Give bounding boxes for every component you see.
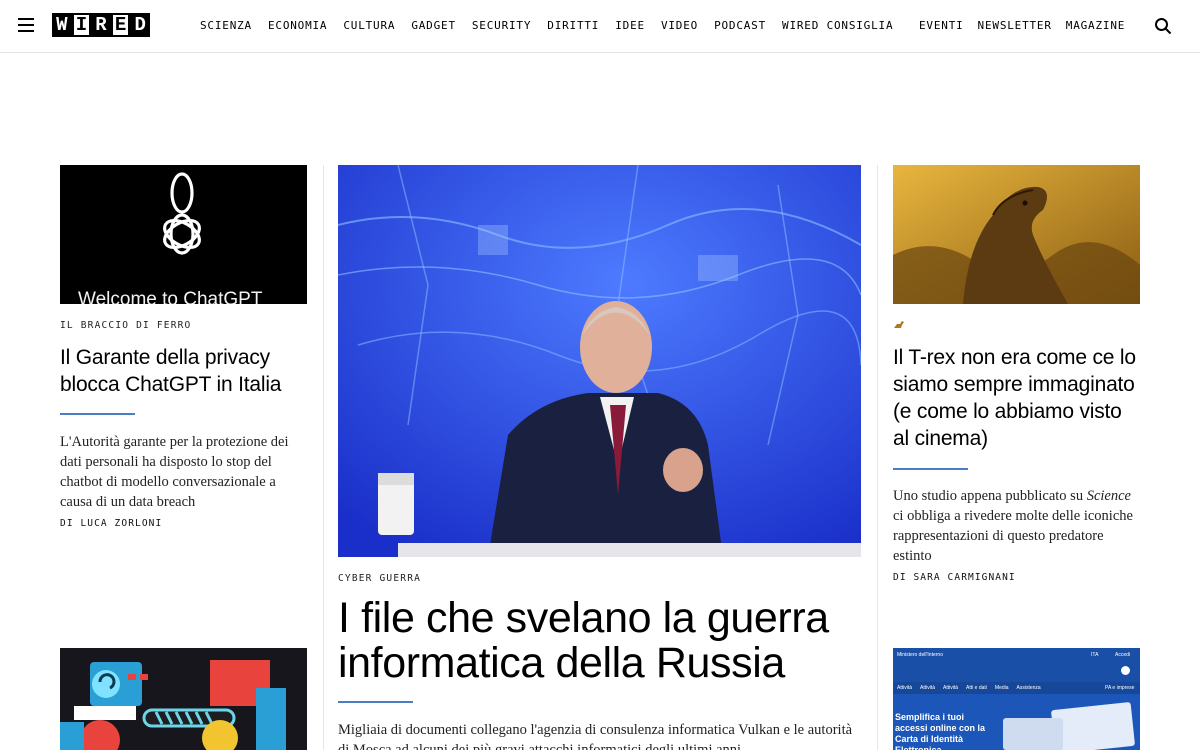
article-headline[interactable]: Il T-rex non era come ce lo siamo sempre… [893, 344, 1143, 452]
image-id-card [1050, 701, 1136, 750]
image-nav-item: Atti e dati [966, 685, 987, 691]
logo-letter: D [130, 13, 150, 37]
image-id-card [1003, 718, 1063, 750]
article-dek: Uno studio appena pubblicato su Science … [893, 486, 1143, 566]
search-icon[interactable] [1154, 17, 1172, 35]
putin-article-image[interactable] [338, 165, 861, 557]
site-header: W I R E D SCIENZA ECONOMIA CULTURA GADGE… [0, 0, 1200, 53]
article-headline[interactable]: Il Garante della privacy blocca ChatGPT … [60, 344, 310, 398]
nav-item-podcast[interactable]: PODCAST [714, 19, 766, 32]
dek-text: ci obbliga a rivedere molte delle iconic… [893, 508, 1133, 564]
nav-item-idee[interactable]: IDEE [615, 19, 645, 32]
dek-italic-text: Science [1086, 488, 1131, 504]
image-nav-item: Attività [920, 685, 936, 691]
chatgpt-article-image[interactable]: Welcome to ChatGPT [60, 165, 307, 304]
illustration-graphic [60, 660, 286, 750]
trex-photo-graphic [893, 165, 1140, 304]
secondary-nav: EVENTI NEWSLETTER MAGAZINE [919, 19, 1125, 32]
column-divider [323, 165, 324, 750]
article-byline[interactable]: DI SARA CARMIGNANI [893, 572, 1016, 583]
logo-letter: E [110, 13, 131, 37]
logo-letter: R [91, 13, 111, 37]
hero-photo-graphic [338, 165, 861, 557]
logo-letter: W [52, 13, 72, 37]
image-nav-item: Assistenza [1016, 685, 1041, 691]
wired-logo[interactable]: W I R E D [52, 13, 150, 37]
accent-rule [60, 413, 135, 415]
image-caption-text: Welcome to ChatGPT [78, 289, 263, 304]
accent-rule [893, 468, 968, 470]
image-nav-item: Attività [943, 685, 959, 691]
image-nav-bar: Attività Attività Attività Atti e dati M… [893, 682, 1140, 694]
cie-article-image[interactable]: Ministero dell'Interno ITA Accedi Attivi… [893, 648, 1140, 750]
nav-item-cultura[interactable]: CULTURA [343, 19, 395, 32]
nav-item-scienza[interactable]: SCIENZA [200, 19, 252, 32]
nav-item-security[interactable]: SECURITY [472, 19, 531, 32]
image-nav-item: Media [994, 685, 1009, 691]
openai-logo-icon [163, 172, 201, 255]
image-nav-item: Attività [897, 685, 913, 691]
trex-article-image[interactable] [893, 165, 1140, 304]
logo-letter: I [71, 13, 92, 37]
security-illustration-image[interactable] [60, 648, 307, 750]
nav-item-wired-consiglia[interactable]: WIRED CONSIGLIA [782, 19, 893, 32]
main-article-headline[interactable]: I file che svelano la guerra informatica… [338, 596, 868, 686]
image-login-label: Accedi [1115, 652, 1131, 658]
menu-icon[interactable] [18, 18, 34, 32]
image-lang-label: ITA [1091, 652, 1099, 658]
dek-text: Uno studio appena pubblicato su [893, 488, 1087, 504]
image-promo-text: Semplifica i tuoi accessi online con la … [895, 712, 986, 750]
nav-item-diritti[interactable]: DIRITTI [547, 19, 599, 32]
nav-item-gadget[interactable]: GADGET [411, 19, 456, 32]
accent-rule [338, 701, 413, 703]
article-rubric[interactable]: IL BRACCIO DI FERRO [60, 320, 191, 331]
image-avatar [1121, 666, 1130, 675]
nav-item-newsletter[interactable]: NEWSLETTER [978, 19, 1052, 32]
article-dek: L'Autorità garante per la protezione dei… [60, 434, 289, 510]
nav-item-magazine[interactable]: MAGAZINE [1066, 19, 1125, 32]
nav-item-eventi[interactable]: EVENTI [919, 19, 964, 32]
dinosaur-icon [894, 321, 904, 328]
article-rubric[interactable]: CYBER GUERRA [338, 573, 421, 584]
article-byline[interactable]: DI LUCA ZORLONI [60, 518, 162, 529]
image-site-label: Ministero dell'Interno [897, 652, 943, 658]
main-nav: SCIENZA ECONOMIA CULTURA GADGET SECURITY… [200, 19, 893, 32]
image-side-label: PA e imprese [1105, 685, 1135, 691]
nav-item-economia[interactable]: ECONOMIA [268, 19, 327, 32]
nav-item-video[interactable]: VIDEO [661, 19, 698, 32]
column-divider [877, 165, 878, 750]
article-dek: Migliaia di documenti collegano l'agenzi… [338, 722, 853, 750]
